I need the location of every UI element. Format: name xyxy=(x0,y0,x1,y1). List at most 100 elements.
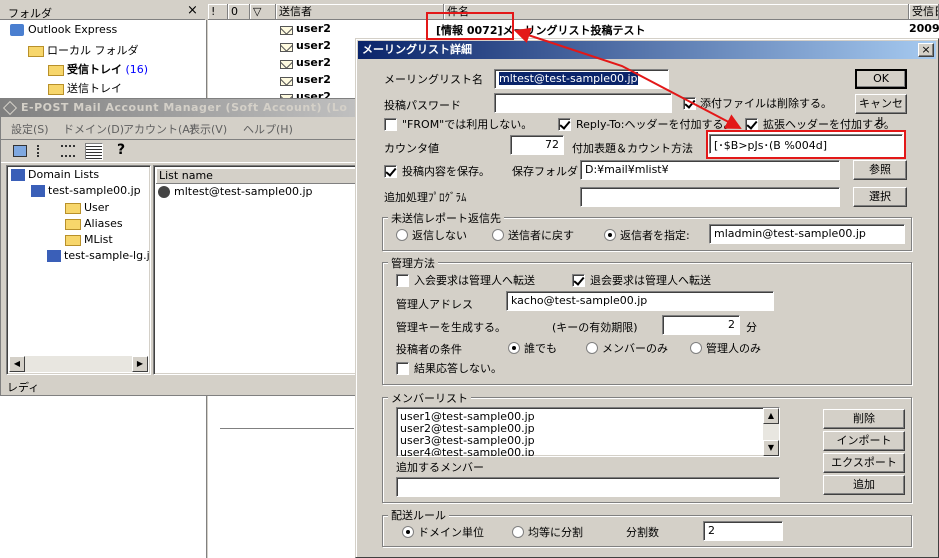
counter-label: カウンタ値 xyxy=(384,142,439,155)
message-row[interactable]: user2 xyxy=(208,55,358,72)
tree-item-outlook-express[interactable]: Outlook Express xyxy=(10,23,117,36)
result-reply-checkbox[interactable] xyxy=(396,361,409,375)
folder-icon xyxy=(65,218,81,230)
undelivered-specify-radio[interactable] xyxy=(604,228,616,241)
delete-attach-checkbox[interactable] xyxy=(683,96,696,110)
subject-format-field[interactable]: [･$B>pJs･(B %004d] xyxy=(709,134,903,154)
manager-title-bar[interactable]: E-POST Mail Account Manager (Soft Accoun… xyxy=(1,99,357,117)
envelope-icon xyxy=(280,23,295,36)
small-icons-icon[interactable] xyxy=(37,145,51,157)
key-expiry-field[interactable]: 2 xyxy=(662,315,740,335)
undelivered-none-radio[interactable] xyxy=(396,228,408,241)
undelivered-address-field[interactable]: mladmin@test-sample00.jp xyxy=(709,224,905,244)
scroll-left-icon[interactable]: ◀ xyxy=(9,356,25,372)
delete-member-button[interactable]: 削除 xyxy=(823,409,905,429)
save-folder-field[interactable]: D:¥mail¥mlist¥ xyxy=(580,160,840,180)
delivery-domain-radio[interactable] xyxy=(402,525,414,538)
scroll-right-icon[interactable]: ▶ xyxy=(132,356,148,372)
save-post-checkbox[interactable] xyxy=(384,164,397,178)
tree-user[interactable]: User xyxy=(65,201,109,214)
join-forward-checkbox[interactable] xyxy=(396,273,409,287)
ml-detail-dialog: メーリングリスト詳細 × メーリングリスト名 mltest@test-sampl… xyxy=(355,38,939,558)
tree-item-outbox[interactable]: 送信トレイ xyxy=(48,80,122,96)
list-view-icon[interactable] xyxy=(61,145,75,157)
poster-members-radio[interactable] xyxy=(586,341,598,354)
delivery-even-radio[interactable] xyxy=(512,525,524,538)
undelivered-sender-radio[interactable] xyxy=(492,228,504,241)
delivery-domain-label: ドメイン単位 xyxy=(418,526,484,539)
save-folder-label: 保存フォルダ xyxy=(512,165,578,178)
folder-tree-lower xyxy=(0,395,207,558)
export-button[interactable]: エクスポート xyxy=(823,453,905,473)
poster-anyone-radio[interactable] xyxy=(508,341,520,354)
admin-address-field[interactable]: kacho@test-sample00.jp xyxy=(506,291,774,311)
tree-horizontal-scrollbar[interactable]: ◀ ▶ xyxy=(9,356,148,372)
tree-aliases[interactable]: Aliases xyxy=(65,217,123,230)
message-row[interactable]: user2 xyxy=(208,38,358,55)
reply-to-checkbox[interactable] xyxy=(558,117,571,131)
app-icon xyxy=(2,100,18,116)
poster-admin-radio[interactable] xyxy=(690,341,702,354)
message-row[interactable]: user2 xyxy=(208,72,358,89)
ok-button[interactable]: OK xyxy=(855,69,907,89)
close-icon[interactable]: × xyxy=(187,3,198,18)
add-member-field[interactable] xyxy=(396,477,780,497)
tree-domain-lists[interactable]: Domain Lists xyxy=(11,168,99,181)
tree-domain-sample00[interactable]: test-sample00.jp xyxy=(31,184,141,197)
column-importance[interactable]: ! xyxy=(208,4,228,20)
preview-divider xyxy=(220,428,354,429)
server-icon xyxy=(47,250,61,262)
menu-view[interactable]: 表示(V) xyxy=(189,121,227,137)
folder-icon xyxy=(65,234,81,246)
list-name-header[interactable]: List name xyxy=(156,168,356,184)
dialog-title: メーリングリスト詳細 xyxy=(362,43,472,56)
help-icon[interactable]: ? xyxy=(117,142,125,158)
import-button[interactable]: インポート xyxy=(823,431,905,451)
envelope-icon xyxy=(280,40,295,53)
close-icon[interactable]: × xyxy=(918,43,934,57)
extra-program-field[interactable] xyxy=(580,187,840,207)
menu-domain[interactable]: ドメイン(D) xyxy=(63,121,124,137)
dialog-title-bar[interactable]: メーリングリスト詳細 xyxy=(358,41,936,59)
result-reply-label: 結果応答しない。 xyxy=(414,362,502,375)
inbox-icon xyxy=(48,64,64,76)
tree-mlist[interactable]: MList xyxy=(65,233,113,246)
post-password-field[interactable] xyxy=(494,93,672,113)
delivery-group-title: 配送ルール xyxy=(388,507,449,523)
menu-settings[interactable]: 設定(S) xyxy=(11,121,49,137)
tree-item-inbox[interactable]: 受信トレイ (16) xyxy=(48,61,148,77)
split-count-field[interactable]: 2 xyxy=(703,521,783,541)
leave-forward-checkbox[interactable] xyxy=(572,273,585,287)
scroll-up-icon[interactable]: ▲ xyxy=(763,408,779,424)
menu-account[interactable]: アカウント(A) xyxy=(123,121,194,137)
large-icons-icon[interactable] xyxy=(13,145,27,157)
scroll-down-icon[interactable]: ▼ xyxy=(763,440,779,456)
member-scrollbar[interactable]: ▲ ▼ xyxy=(763,408,779,456)
browse-button[interactable]: 参照 xyxy=(853,160,907,180)
cancel-button[interactable]: キャンセル xyxy=(855,94,907,128)
tree-domain-sample-lg[interactable]: test-sample-lg.j xyxy=(47,249,150,262)
counter-field[interactable]: 72 xyxy=(510,135,564,155)
message-row[interactable]: user2 [情報 0072]メーリングリスト投稿テスト 2009/ xyxy=(208,21,939,38)
envelope-icon xyxy=(280,57,295,70)
folder-icon xyxy=(28,45,44,57)
ml-name-field[interactable]: mltest@test-sample00.jp xyxy=(494,69,669,89)
undelivered-group-title: 未送信レポート返信先 xyxy=(388,210,504,226)
details-view-icon[interactable] xyxy=(85,143,103,160)
folder-pane-title: フォルダ xyxy=(8,7,52,20)
column-sender[interactable]: 送信者 xyxy=(276,4,444,20)
from-unused-checkbox[interactable] xyxy=(384,117,397,131)
column-received[interactable]: 受信日 xyxy=(909,4,939,20)
manager-menu-bar: 設定(S) ドメイン(D) アカウント(A) 表示(V) ヘルプ(H) xyxy=(1,119,357,137)
member-item[interactable]: user4@test-sample00.jp xyxy=(400,446,535,456)
menu-help[interactable]: ヘルプ(H) xyxy=(243,121,293,137)
tree-item-local-folders[interactable]: ローカル フォルダ xyxy=(28,42,139,58)
member-listbox[interactable]: user1@test-sample00.jp user2@test-sample… xyxy=(396,407,780,457)
add-member-button[interactable]: 追加 xyxy=(823,475,905,495)
column-flag[interactable]: ▽ xyxy=(250,4,276,20)
column-attachment[interactable]: 0 xyxy=(228,4,250,20)
ext-header-checkbox[interactable] xyxy=(745,117,758,131)
poster-condition-label: 投稿者の条件 xyxy=(396,343,462,356)
list-item[interactable]: mltest@test-sample00.jp xyxy=(158,185,313,198)
select-button[interactable]: 選択 xyxy=(853,187,907,207)
